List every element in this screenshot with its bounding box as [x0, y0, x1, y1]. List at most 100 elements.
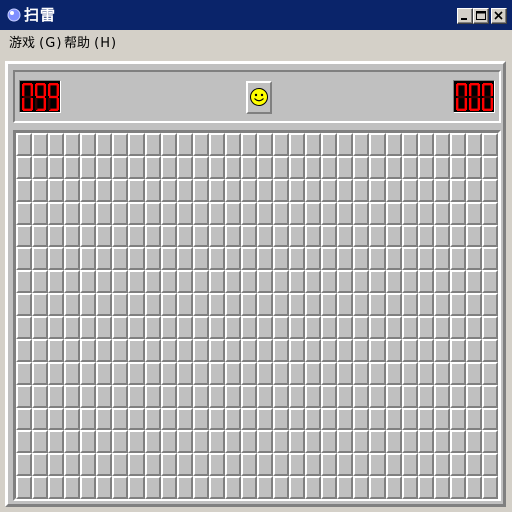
mine-cell[interactable] — [401, 155, 418, 179]
mine-cell[interactable] — [337, 178, 354, 202]
mine-cell[interactable] — [433, 361, 450, 385]
mine-cell[interactable] — [32, 155, 49, 179]
mine-cell[interactable] — [481, 293, 498, 316]
mine-cell[interactable] — [401, 338, 418, 362]
mine-cell[interactable] — [273, 133, 290, 156]
mine-cell[interactable] — [273, 201, 290, 225]
mine-cell[interactable] — [353, 476, 370, 499]
mine-cell[interactable] — [337, 133, 354, 156]
mine-cell[interactable] — [465, 338, 482, 362]
mine-cell[interactable] — [353, 155, 370, 179]
mine-cell[interactable] — [48, 155, 65, 179]
mine-cell[interactable] — [433, 384, 450, 408]
mine-cell[interactable] — [208, 384, 225, 408]
mine-cell[interactable] — [80, 270, 97, 294]
mine-cell[interactable] — [64, 270, 81, 294]
mine-cell[interactable] — [48, 338, 65, 362]
mine-cell[interactable] — [353, 201, 370, 225]
mine-cell[interactable] — [417, 133, 434, 156]
mine-cell[interactable] — [112, 247, 129, 271]
mine-cell[interactable] — [48, 293, 65, 316]
mine-cell[interactable] — [449, 201, 466, 225]
mine-cell[interactable] — [224, 270, 241, 294]
mine-cell[interactable] — [337, 338, 354, 362]
mine-cell[interactable] — [48, 453, 65, 477]
mine-cell[interactable] — [321, 316, 338, 339]
mine-cell[interactable] — [401, 293, 418, 316]
mine-cell[interactable] — [224, 361, 241, 385]
mine-cell[interactable] — [289, 361, 306, 385]
mine-cell[interactable] — [192, 384, 209, 408]
mine-cell[interactable] — [401, 453, 418, 477]
mine-cell[interactable] — [192, 338, 209, 362]
mine-cell[interactable] — [481, 361, 498, 385]
mine-cell[interactable] — [16, 293, 33, 316]
mine-cell[interactable] — [257, 316, 274, 339]
mine-cell[interactable] — [305, 293, 322, 316]
mine-cell[interactable] — [449, 293, 466, 316]
mine-cell[interactable] — [289, 155, 306, 179]
mine-cell[interactable] — [353, 453, 370, 477]
mine-cell[interactable] — [417, 247, 434, 271]
mine-cell[interactable] — [337, 361, 354, 385]
mine-cell[interactable] — [128, 338, 145, 362]
mine-cell[interactable] — [32, 361, 49, 385]
mine-cell[interactable] — [273, 247, 290, 271]
mine-cell[interactable] — [417, 201, 434, 225]
mine-cell[interactable] — [401, 430, 418, 454]
mine-cell[interactable] — [16, 224, 33, 248]
mine-cell[interactable] — [449, 338, 466, 362]
mine-cell[interactable] — [176, 476, 193, 499]
mine-cell[interactable] — [449, 476, 466, 499]
mine-cell[interactable] — [224, 224, 241, 248]
mine-cell[interactable] — [369, 224, 386, 248]
mine-cell[interactable] — [224, 293, 241, 316]
mine-cell[interactable] — [112, 407, 129, 431]
mine-cell[interactable] — [224, 155, 241, 179]
mine-cell[interactable] — [385, 155, 402, 179]
new-game-face-button[interactable] — [246, 81, 272, 114]
mine-cell[interactable] — [369, 270, 386, 294]
mine-cell[interactable] — [144, 247, 161, 271]
mine-cell[interactable] — [449, 224, 466, 248]
mine-cell[interactable] — [321, 384, 338, 408]
mine-cell[interactable] — [96, 430, 113, 454]
mine-cell[interactable] — [353, 224, 370, 248]
mine-cell[interactable] — [112, 361, 129, 385]
mine-cell[interactable] — [385, 338, 402, 362]
mine-cell[interactable] — [16, 476, 33, 499]
mine-cell[interactable] — [273, 453, 290, 477]
mine-cell[interactable] — [112, 178, 129, 202]
mine-cell[interactable] — [96, 338, 113, 362]
mine-cell[interactable] — [353, 430, 370, 454]
mine-cell[interactable] — [433, 453, 450, 477]
mine-cell[interactable] — [465, 293, 482, 316]
mine-cell[interactable] — [337, 384, 354, 408]
mine-cell[interactable] — [160, 407, 177, 431]
mine-cell[interactable] — [144, 293, 161, 316]
mine-cell[interactable] — [144, 178, 161, 202]
mine-cell[interactable] — [240, 407, 257, 431]
mine-cell[interactable] — [449, 453, 466, 477]
mine-cell[interactable] — [337, 453, 354, 477]
mine-cell[interactable] — [208, 155, 225, 179]
mine-cell[interactable] — [481, 338, 498, 362]
mine-cell[interactable] — [321, 178, 338, 202]
mine-cell[interactable] — [80, 453, 97, 477]
mine-cell[interactable] — [465, 270, 482, 294]
mine-cell[interactable] — [449, 384, 466, 408]
mine-cell[interactable] — [481, 155, 498, 179]
mine-cell[interactable] — [80, 430, 97, 454]
mine-cell[interactable] — [128, 453, 145, 477]
mine-cell[interactable] — [321, 338, 338, 362]
mine-cell[interactable] — [144, 430, 161, 454]
mine-cell[interactable] — [208, 133, 225, 156]
mine-cell[interactable] — [80, 133, 97, 156]
mine-cell[interactable] — [192, 201, 209, 225]
mine-cell[interactable] — [208, 293, 225, 316]
mine-cell[interactable] — [16, 247, 33, 271]
mine-cell[interactable] — [289, 178, 306, 202]
mine-cell[interactable] — [257, 361, 274, 385]
mine-cell[interactable] — [208, 178, 225, 202]
mine-cell[interactable] — [128, 247, 145, 271]
